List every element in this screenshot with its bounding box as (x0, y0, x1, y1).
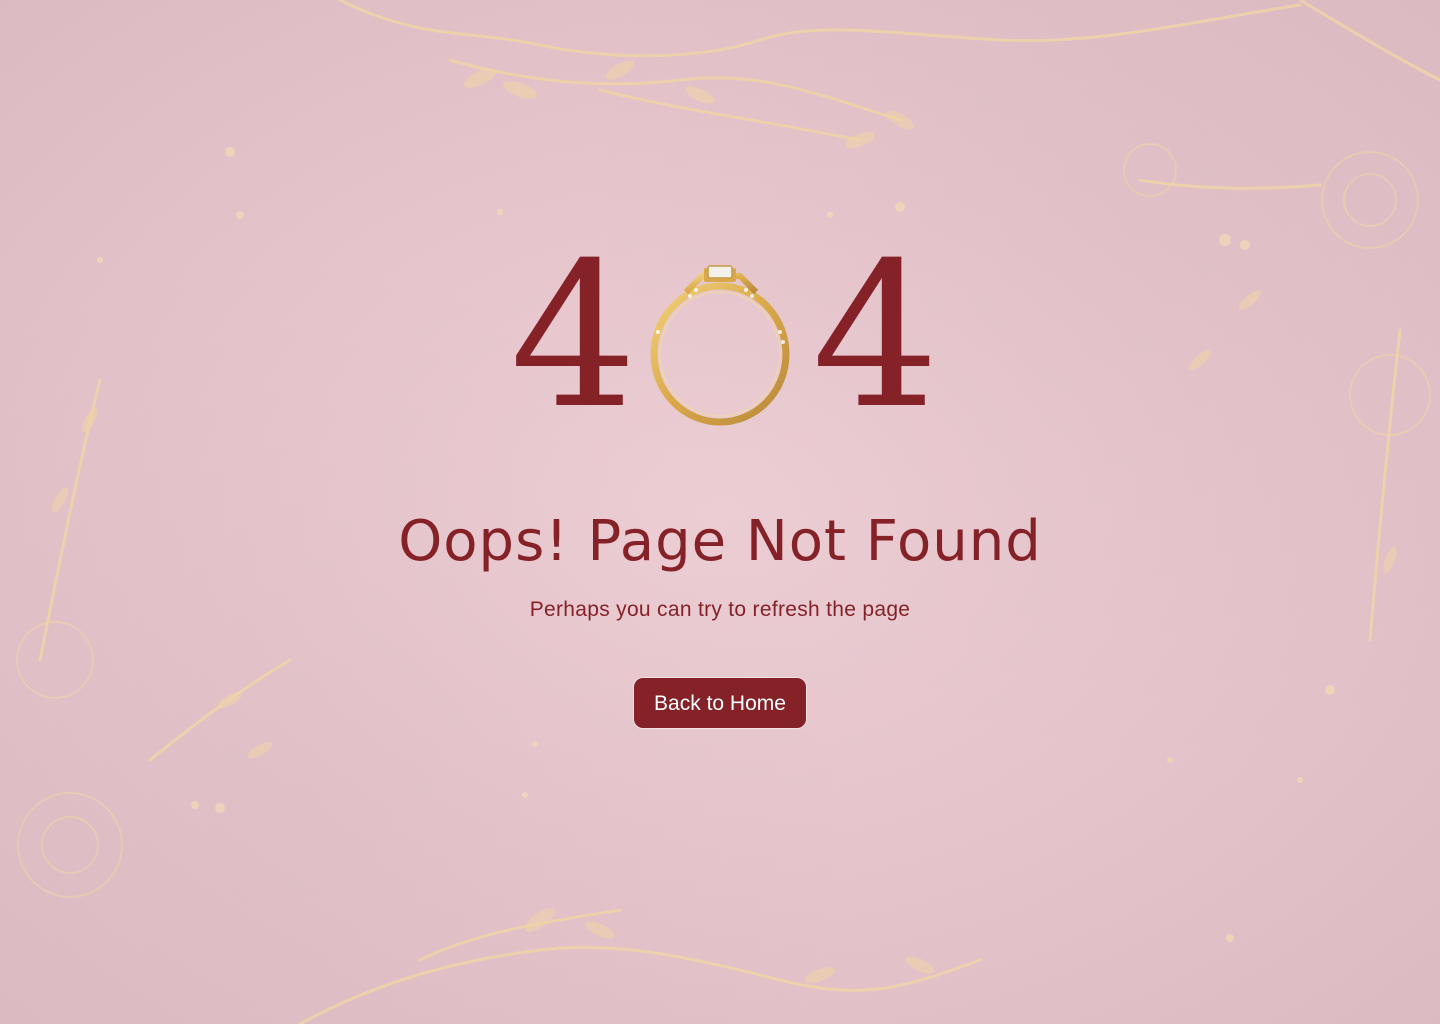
page-title: Oops! Page Not Found (398, 509, 1042, 574)
page-subtitle: Perhaps you can try to refresh the page (529, 598, 911, 621)
back-to-home-button[interactable]: Back to Home (633, 677, 807, 729)
error-page: 4 4 Oops! Page Not Found Perhaps you can… (0, 0, 1440, 1024)
error-code-digit-first: 4 (510, 220, 638, 453)
error-code-digit-last: 4 (812, 220, 940, 453)
error-code: 4 4 (510, 237, 939, 437)
ring-icon (650, 265, 790, 426)
